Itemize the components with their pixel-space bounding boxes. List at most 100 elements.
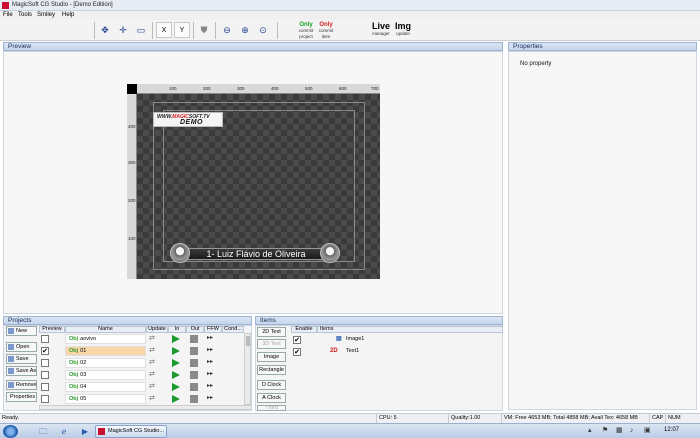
stop-out-icon[interactable] xyxy=(190,371,198,379)
preview-canvas[interactable]: 100 200 300 400 500 600 700 400 300 200 … xyxy=(127,84,380,279)
start-button[interactable] xyxy=(3,425,18,438)
network-icon[interactable]: ▦ xyxy=(616,427,624,435)
add-2d-text-button[interactable]: 2D Text xyxy=(257,327,286,337)
row-name[interactable]: Obj 03 xyxy=(65,370,146,380)
list-item[interactable]: ✔ 2D Text1 xyxy=(291,347,503,358)
new-project-button[interactable]: New xyxy=(6,326,37,336)
ffw-icon[interactable]: ▸▸ xyxy=(207,358,213,365)
table-row[interactable]: ✔ Obj 01 ⇄ ▸▸ xyxy=(39,346,252,358)
table-row[interactable]: Obj 03 ⇄ ▸▸ xyxy=(39,370,252,382)
tray-up-icon[interactable]: ▴ xyxy=(588,427,596,435)
zoom-in-icon[interactable]: ⊕ xyxy=(237,22,253,38)
demo-logo[interactable]: WWW.MAGICSOFT.TV DEMO xyxy=(153,112,223,127)
column-cond[interactable]: Cond... xyxy=(222,326,244,333)
add-3d-text-button[interactable]: 3D Text xyxy=(257,339,286,349)
add-image-button[interactable]: Image xyxy=(257,352,286,362)
move-icon[interactable]: ✥ xyxy=(97,22,113,38)
resize-frame-icon[interactable]: ▭ xyxy=(133,22,149,38)
play-in-icon[interactable] xyxy=(172,395,180,403)
row-name[interactable]: Obj 02 xyxy=(65,358,146,368)
play-in-icon[interactable] xyxy=(172,371,180,379)
column-in[interactable]: In xyxy=(168,326,186,333)
column-name[interactable]: Name xyxy=(65,326,146,333)
open-project-button[interactable]: Open xyxy=(6,342,37,352)
only-commit-item-button[interactable]: Only commit item xyxy=(317,22,335,40)
explorer-icon[interactable]: 🗀 xyxy=(36,426,50,437)
update-icon[interactable]: ⇄ xyxy=(149,383,159,391)
column-enable[interactable]: Enable xyxy=(291,326,317,333)
play-in-icon[interactable] xyxy=(172,359,180,367)
y-axis-button[interactable]: Y xyxy=(174,22,190,38)
stop-out-icon[interactable] xyxy=(190,335,198,343)
ffw-icon[interactable]: ▸▸ xyxy=(207,394,213,401)
lower-third-graphic[interactable]: 1- Luiz Flávio de Oliveira xyxy=(170,243,342,265)
update-icon[interactable]: ⇄ xyxy=(149,371,159,379)
row-checkbox[interactable] xyxy=(41,395,49,403)
taskbar-app-button[interactable]: MagicSoft CG Studio... xyxy=(95,425,167,438)
scroll-thumb[interactable] xyxy=(246,336,250,346)
add-analog-clock-button[interactable]: A Clock xyxy=(257,393,286,403)
enable-checkbox[interactable]: ✔ xyxy=(293,336,301,344)
project-properties-button[interactable]: Properties xyxy=(6,392,37,402)
update-icon[interactable]: ⇄ xyxy=(149,335,159,343)
move-center-icon[interactable]: ✛ xyxy=(115,22,131,38)
save-as-project-button[interactable]: Save As xyxy=(6,366,37,376)
projects-horizontal-scrollbar[interactable] xyxy=(39,405,252,410)
row-checkbox[interactable]: ✔ xyxy=(41,347,49,355)
play-in-icon[interactable] xyxy=(172,347,180,355)
list-item[interactable]: ✔ ▤ Image1 xyxy=(291,335,503,346)
column-preview[interactable]: Preview xyxy=(39,326,65,333)
table-row[interactable]: Obj aovivo ⇄ ▸▸ xyxy=(39,334,252,346)
projects-vertical-scrollbar[interactable] xyxy=(244,333,251,405)
zoom-fit-icon[interactable]: ⊙ xyxy=(255,22,271,38)
column-update[interactable]: Update xyxy=(146,326,168,333)
row-name[interactable]: Obj 01 xyxy=(65,346,146,356)
volume-icon[interactable]: ♪ xyxy=(630,427,638,435)
menu-help[interactable]: Help xyxy=(62,12,74,18)
row-checkbox[interactable] xyxy=(41,335,49,343)
zoom-out-icon[interactable]: ⊖ xyxy=(219,22,235,38)
fill-icon[interactable]: ⛊ xyxy=(196,22,212,38)
remove-project-button[interactable]: Remove xyxy=(6,380,37,390)
enable-checkbox[interactable]: ✔ xyxy=(293,348,301,356)
update-icon[interactable]: ⇄ xyxy=(149,359,159,367)
row-checkbox[interactable] xyxy=(41,383,49,391)
save-project-button[interactable]: Save xyxy=(6,354,37,364)
update-icon[interactable]: ⇄ xyxy=(149,395,159,403)
live-manager-button[interactable]: Live manager xyxy=(370,22,392,37)
play-in-icon[interactable] xyxy=(172,383,180,391)
stop-out-icon[interactable] xyxy=(190,383,198,391)
row-checkbox[interactable] xyxy=(41,359,49,367)
stop-out-icon[interactable] xyxy=(190,395,198,403)
menu-file[interactable]: File xyxy=(3,12,13,18)
ffw-icon[interactable]: ▸▸ xyxy=(207,334,213,341)
ffw-icon[interactable]: ▸▸ xyxy=(207,370,213,377)
flag-icon[interactable]: ⚑ xyxy=(602,427,610,435)
taskbar-clock[interactable]: 12:07 xyxy=(664,427,679,433)
add-digital-clock-button[interactable]: D Clock xyxy=(257,380,286,390)
row-checkbox[interactable] xyxy=(41,371,49,379)
ffw-icon[interactable]: ▸▸ xyxy=(207,382,213,389)
stop-out-icon[interactable] xyxy=(190,359,198,367)
ie-icon[interactable]: ℯ xyxy=(57,426,71,437)
row-name[interactable]: Obj aovivo xyxy=(65,334,146,344)
column-out[interactable]: Out xyxy=(186,326,204,333)
menu-tools[interactable]: Tools xyxy=(18,12,32,18)
play-in-icon[interactable] xyxy=(172,335,180,343)
img-update-button[interactable]: Img update xyxy=(393,22,413,37)
row-name[interactable]: Obj 04 xyxy=(65,382,146,392)
update-icon[interactable]: ⇄ xyxy=(149,347,159,355)
media-player-icon[interactable]: ▶ xyxy=(78,426,92,437)
column-ffw[interactable]: FFW xyxy=(204,326,222,333)
display-icon[interactable]: ▣ xyxy=(644,427,652,435)
only-commit-project-button[interactable]: Only commit project xyxy=(295,22,317,40)
row-name[interactable]: Obj 05 xyxy=(65,394,146,404)
table-row[interactable]: Obj 04 ⇄ ▸▸ xyxy=(39,382,252,394)
table-row[interactable]: Obj 02 ⇄ ▸▸ xyxy=(39,358,252,370)
ffw-icon[interactable]: ▸▸ xyxy=(207,346,213,353)
stop-out-icon[interactable] xyxy=(190,347,198,355)
x-axis-button[interactable]: X xyxy=(156,22,172,38)
add-rectangle-button[interactable]: Rectangle xyxy=(257,365,286,375)
column-items[interactable]: Items xyxy=(317,326,503,333)
add-third-button[interactable]: Third xyxy=(257,405,286,411)
